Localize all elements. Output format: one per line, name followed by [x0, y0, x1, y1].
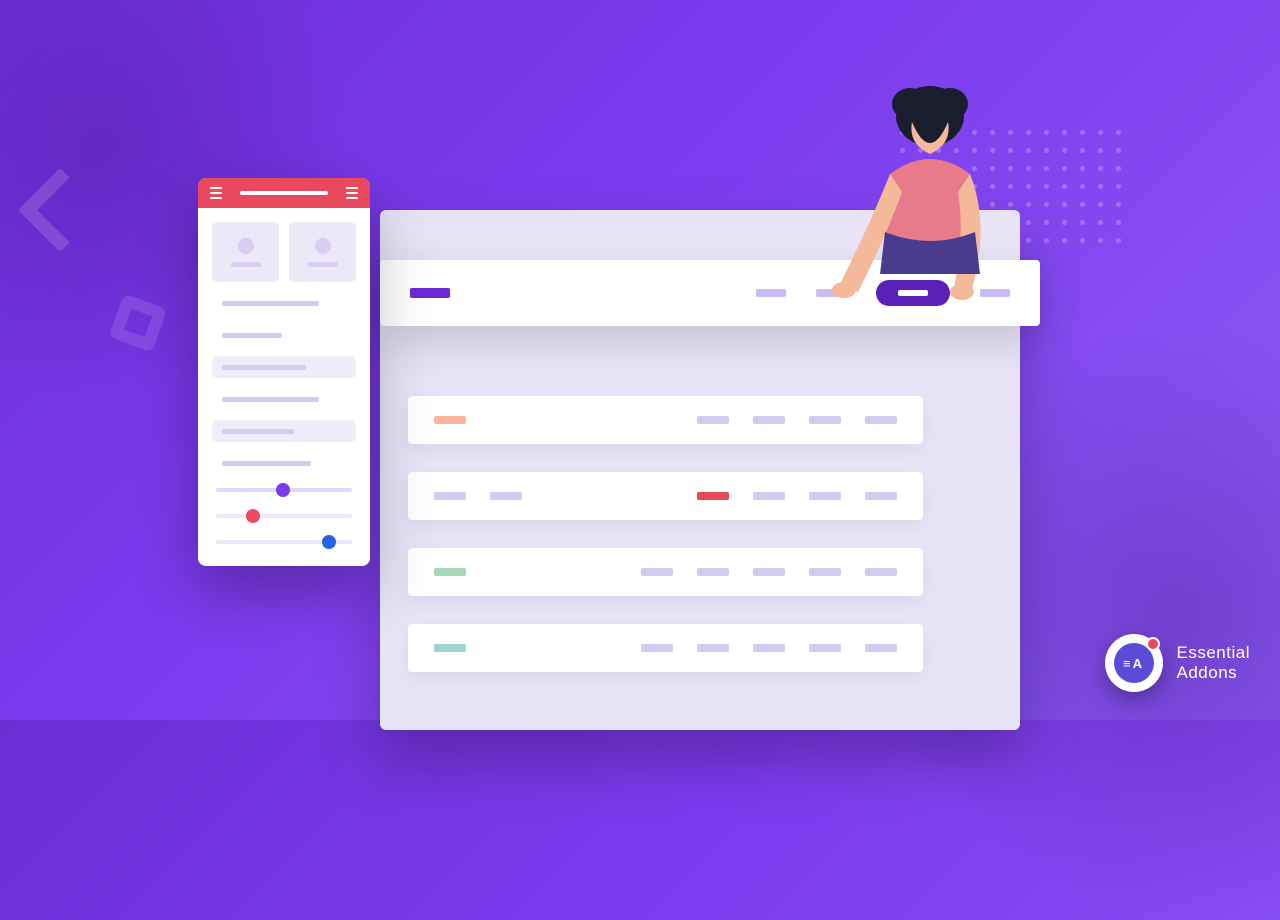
row-cell: [809, 492, 841, 500]
row-cell: [809, 568, 841, 576]
widget-label: [231, 262, 261, 267]
widget-icon: [238, 238, 254, 254]
row-cell: [753, 644, 785, 652]
option-row[interactable]: [212, 292, 356, 314]
row-cell: [865, 644, 897, 652]
option-row[interactable]: [212, 452, 356, 474]
table-row[interactable]: [408, 396, 923, 444]
widget-tile[interactable]: [289, 222, 356, 282]
row-accent: [697, 492, 729, 500]
row-accent: [434, 416, 466, 424]
table-row[interactable]: [408, 472, 923, 520]
nav-item[interactable]: [756, 289, 786, 297]
option-row[interactable]: [212, 420, 356, 442]
brand-logo: ≡A: [1105, 634, 1163, 692]
widget-label: [308, 262, 338, 267]
slider-control[interactable]: [216, 514, 352, 518]
brand-name-line2: Addons: [1177, 663, 1250, 683]
row-accent: [434, 644, 466, 652]
brand-name-line1: Essential: [1177, 643, 1250, 663]
row-cell: [434, 492, 466, 500]
row-cell: [697, 416, 729, 424]
row-cell: [865, 416, 897, 424]
widget-icon: [315, 238, 331, 254]
sidebar-title-bar: [240, 191, 328, 195]
row-cell: [641, 568, 673, 576]
row-cell: [753, 492, 785, 500]
slider-thumb[interactable]: [276, 483, 290, 497]
sidebar-header: [198, 178, 370, 208]
option-row[interactable]: [212, 388, 356, 410]
sidebar-options: [198, 292, 370, 474]
slider-control[interactable]: [216, 488, 352, 492]
row-cell: [865, 568, 897, 576]
slider-thumb[interactable]: [246, 509, 260, 523]
person-illustration: [830, 74, 1030, 314]
data-rows: [408, 396, 923, 672]
row-cell: [753, 568, 785, 576]
menu-icon[interactable]: [210, 187, 222, 199]
option-row[interactable]: [212, 356, 356, 378]
nav-brand-mark: [410, 288, 450, 298]
row-cell: [697, 568, 729, 576]
editor-sidebar: [198, 178, 370, 566]
row-cell: [809, 416, 841, 424]
row-cell: [490, 492, 522, 500]
row-cell: [753, 416, 785, 424]
slider-control[interactable]: [216, 540, 352, 544]
option-row[interactable]: [212, 324, 356, 346]
widget-tile[interactable]: [212, 222, 279, 282]
row-cell: [697, 644, 729, 652]
row-cell: [641, 644, 673, 652]
row-accent: [434, 568, 466, 576]
brand-badge: ≡A Essential Addons: [1105, 634, 1250, 692]
slider-thumb[interactable]: [322, 535, 336, 549]
notification-dot-icon: [1146, 637, 1160, 651]
table-row[interactable]: [408, 548, 923, 596]
row-cell: [865, 492, 897, 500]
table-row[interactable]: [408, 624, 923, 672]
row-cell: [809, 644, 841, 652]
settings-icon[interactable]: [346, 187, 358, 199]
